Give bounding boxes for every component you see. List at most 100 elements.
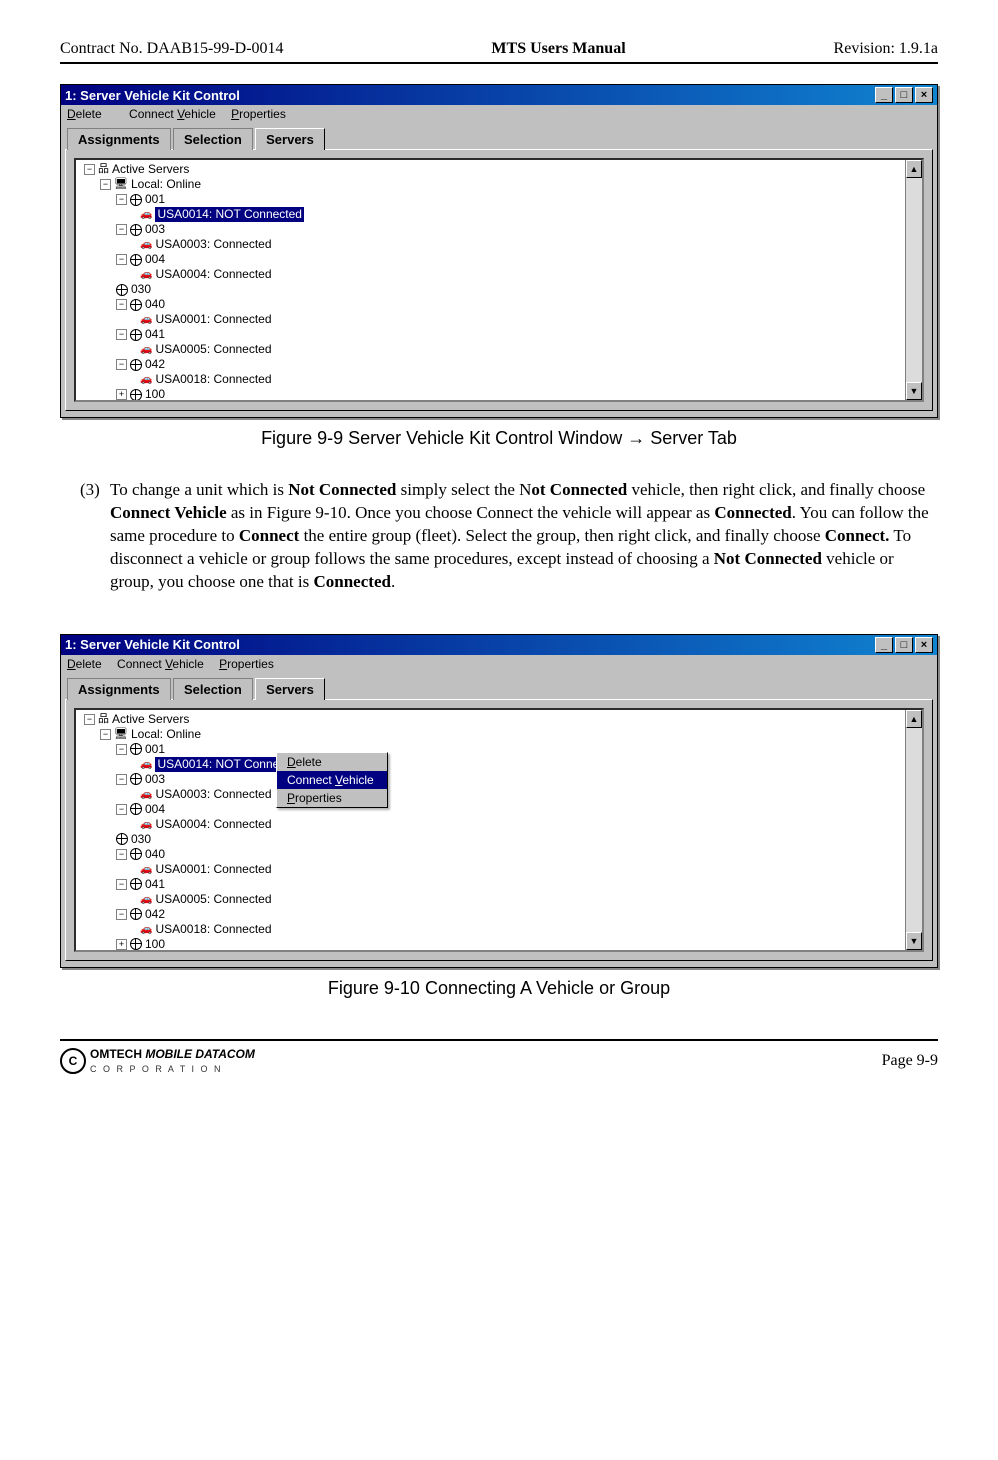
globe-icon bbox=[116, 833, 128, 845]
maximize-icon[interactable]: □ bbox=[895, 637, 913, 653]
maximize-icon[interactable]: □ bbox=[895, 87, 913, 103]
tree-group[interactable]: 100 bbox=[145, 937, 165, 950]
close-icon[interactable]: × bbox=[915, 637, 933, 653]
vehicle-icon: 🚗 bbox=[140, 922, 152, 937]
collapse-icon[interactable]: − bbox=[116, 744, 127, 755]
tree-group[interactable]: 004 bbox=[145, 802, 165, 817]
collapse-icon[interactable]: − bbox=[116, 804, 127, 815]
tab-assignments[interactable]: Assignments bbox=[67, 678, 171, 700]
tree-vehicle[interactable]: USA0005: Connected bbox=[155, 342, 271, 357]
collapse-icon[interactable]: − bbox=[116, 254, 127, 265]
minimize-icon[interactable]: _ bbox=[875, 637, 893, 653]
tree-vehicle-selected[interactable]: USA0014: NOT Connected bbox=[155, 207, 304, 222]
globe-icon bbox=[130, 878, 142, 890]
globe-icon bbox=[130, 848, 142, 860]
titlebar[interactable]: 1: Server Vehicle Kit Control _ □ × bbox=[61, 85, 937, 105]
tree-local[interactable]: Local: Online bbox=[131, 727, 201, 742]
collapse-icon[interactable]: − bbox=[116, 299, 127, 310]
expand-icon[interactable]: + bbox=[116, 389, 127, 400]
collapse-icon[interactable]: − bbox=[116, 909, 127, 920]
collapse-icon[interactable]: − bbox=[100, 729, 111, 740]
vehicle-icon: 🚗 bbox=[140, 312, 152, 327]
tree-group[interactable]: 003 bbox=[145, 222, 165, 237]
context-menu[interactable]: Delete Connect Vehicle Properties bbox=[276, 752, 388, 808]
context-properties[interactable]: Properties bbox=[277, 789, 387, 807]
tree-vehicle[interactable]: USA0004: Connected bbox=[155, 267, 271, 282]
tab-selection[interactable]: Selection bbox=[173, 678, 253, 700]
minimize-icon[interactable]: _ bbox=[875, 87, 893, 103]
expand-icon[interactable]: + bbox=[116, 939, 127, 950]
tree-group[interactable]: 003 bbox=[145, 772, 165, 787]
menu-delete[interactable]: Delete bbox=[67, 657, 102, 671]
globe-icon bbox=[130, 299, 142, 311]
vertical-scrollbar[interactable]: ▲ ▼ bbox=[905, 160, 922, 400]
computer-icon: 🖥 bbox=[114, 727, 128, 742]
tree-group[interactable]: 042 bbox=[145, 907, 165, 922]
tree-group[interactable]: 040 bbox=[145, 297, 165, 312]
vehicle-icon: 🚗 bbox=[140, 787, 152, 802]
vertical-scrollbar[interactable]: ▲ ▼ bbox=[905, 710, 922, 950]
globe-icon bbox=[130, 803, 142, 815]
context-delete[interactable]: Delete bbox=[277, 753, 387, 771]
tree-vehicle[interactable]: USA0001: Connected bbox=[155, 312, 271, 327]
collapse-icon[interactable]: − bbox=[116, 849, 127, 860]
collapse-icon[interactable]: − bbox=[84, 714, 95, 725]
tree-vehicle[interactable]: USA0003: Connected bbox=[155, 237, 271, 252]
menu-properties[interactable]: Properties bbox=[219, 657, 274, 671]
tree-group[interactable]: 004 bbox=[145, 252, 165, 267]
close-icon[interactable]: × bbox=[915, 87, 933, 103]
collapse-icon[interactable]: − bbox=[116, 224, 127, 235]
tree-group[interactable]: 041 bbox=[145, 327, 165, 342]
tree-group[interactable]: 001 bbox=[145, 192, 165, 207]
collapse-icon[interactable]: − bbox=[84, 164, 95, 175]
tab-servers[interactable]: Servers bbox=[255, 128, 325, 150]
tree-vehicle[interactable]: USA0018: Connected bbox=[155, 922, 271, 937]
tree-vehicle[interactable]: USA0004: Connected bbox=[155, 817, 271, 832]
tree-group[interactable]: 100 bbox=[145, 387, 165, 400]
tree-group[interactable]: 030 bbox=[131, 832, 151, 847]
tree-local[interactable]: Local: Online bbox=[131, 177, 201, 192]
tab-servers[interactable]: Servers bbox=[255, 678, 325, 700]
server-tree[interactable]: −品Active Servers −🖥Local: Online −001 🚗U… bbox=[76, 160, 905, 400]
tree-vehicle[interactable]: USA0018: Connected bbox=[155, 372, 271, 387]
menu-connect-vehicle[interactable]: Connect Vehicle bbox=[129, 107, 216, 121]
menubar: Delete Connect Vehicle Properties bbox=[61, 105, 937, 123]
tree-group[interactable]: 001 bbox=[145, 742, 165, 757]
menu-properties[interactable]: Properties bbox=[231, 107, 286, 121]
tab-selection[interactable]: Selection bbox=[173, 128, 253, 150]
collapse-icon[interactable]: − bbox=[116, 194, 127, 205]
tab-assignments[interactable]: Assignments bbox=[67, 128, 171, 150]
tree-group[interactable]: 041 bbox=[145, 877, 165, 892]
scroll-up-icon[interactable]: ▲ bbox=[906, 710, 922, 728]
tree-vehicle-selected[interactable]: USA0014: NOT Connect bbox=[155, 757, 290, 772]
tree-root[interactable]: Active Servers bbox=[112, 162, 189, 177]
window-title: 1: Server Vehicle Kit Control bbox=[65, 637, 240, 652]
tree-group[interactable]: 040 bbox=[145, 847, 165, 862]
tree-vehicle[interactable]: USA0003: Connected bbox=[155, 787, 271, 802]
figure-caption-9-9: Figure 9-9 Server Vehicle Kit Control Wi… bbox=[60, 428, 938, 449]
scroll-down-icon[interactable]: ▼ bbox=[906, 382, 922, 400]
menu-connect-vehicle[interactable]: Connect Vehicle bbox=[117, 657, 204, 671]
titlebar[interactable]: 1: Server Vehicle Kit Control _ □ × bbox=[61, 635, 937, 655]
vehicle-icon: 🚗 bbox=[140, 207, 152, 222]
revision: Revision: 1.9.1a bbox=[834, 40, 938, 58]
page-number: Page 9-9 bbox=[882, 1052, 938, 1070]
globe-icon bbox=[130, 329, 142, 341]
context-connect-vehicle[interactable]: Connect Vehicle bbox=[277, 771, 387, 789]
tree-group[interactable]: 030 bbox=[131, 282, 151, 297]
collapse-icon[interactable]: − bbox=[100, 179, 111, 190]
scroll-down-icon[interactable]: ▼ bbox=[906, 932, 922, 950]
menu-delete[interactable]: Delete bbox=[67, 107, 114, 121]
collapse-icon[interactable]: − bbox=[116, 879, 127, 890]
tree-vehicle[interactable]: USA0001: Connected bbox=[155, 862, 271, 877]
collapse-icon[interactable]: − bbox=[116, 359, 127, 370]
collapse-icon[interactable]: − bbox=[116, 329, 127, 340]
tree-vehicle[interactable]: USA0005: Connected bbox=[155, 892, 271, 907]
vehicle-icon: 🚗 bbox=[140, 817, 152, 832]
scroll-up-icon[interactable]: ▲ bbox=[906, 160, 922, 178]
tree-root[interactable]: Active Servers bbox=[112, 712, 189, 727]
server-tree[interactable]: −品Active Servers −🖥Local: Online −001 🚗U… bbox=[76, 710, 905, 950]
tree-group[interactable]: 042 bbox=[145, 357, 165, 372]
collapse-icon[interactable]: − bbox=[116, 774, 127, 785]
globe-icon bbox=[130, 908, 142, 920]
